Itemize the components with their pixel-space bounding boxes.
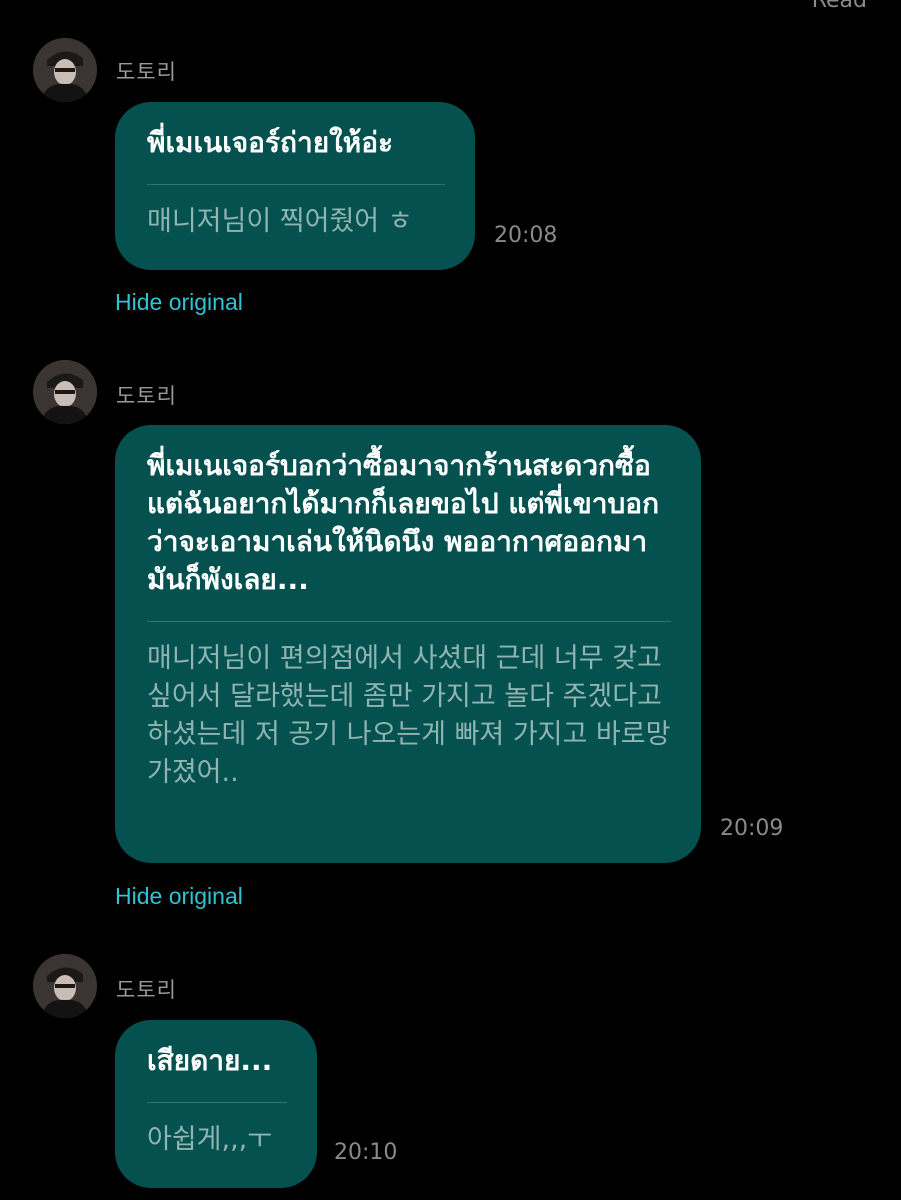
bubble-divider [147,1102,287,1103]
bubble-divider [147,621,671,622]
bubble-divider [147,184,445,185]
message-bubble[interactable]: เสียดาย... 아쉽게,,,ㅜ [115,1020,317,1188]
hide-original-link[interactable]: Hide original [115,289,243,316]
message-bubble[interactable]: พี่เมเนเจอร์ถ่ายให้อ่ะ 매니저님이 찍어줬어 ㅎ [115,102,475,270]
profile-photo-icon [33,360,97,424]
translated-text: พี่เมเนเจอร์ถ่ายให้อ่ะ [147,126,394,159]
profile-photo-icon [33,954,97,1018]
avatar[interactable] [33,38,97,102]
sender-name: 도토리 [116,384,177,408]
message-bubble[interactable]: พี่เมเนเจอร์บอกว่าซื้อมาจากร้านสะดวกซื้อ… [115,425,701,863]
hide-original-link[interactable]: Hide original [115,883,243,910]
message-timestamp: 20:09 [720,816,784,841]
message-timestamp: 20:08 [494,223,558,248]
translated-text: พี่เมเนเจอร์บอกว่าซื้อมาจากร้านสะดวกซื้อ… [147,449,660,596]
profile-photo-icon [33,38,97,102]
avatar[interactable] [33,360,97,424]
sender-name: 도토리 [116,60,177,84]
original-text: 매니저님이 찍어줬어 ㅎ [147,206,413,237]
avatar[interactable] [33,954,97,1018]
original-text: 매니저님이 편의점에서 사셨대 근데 너무 갖고싶어서 달라했는데 좀만 가지고… [147,643,671,788]
message-timestamp: 20:10 [334,1140,398,1165]
translated-text: เสียดาย... [147,1044,273,1077]
sender-name: 도토리 [116,978,177,1002]
read-receipt: Read [811,0,867,13]
original-text: 아쉽게,,,ㅜ [147,1124,273,1155]
